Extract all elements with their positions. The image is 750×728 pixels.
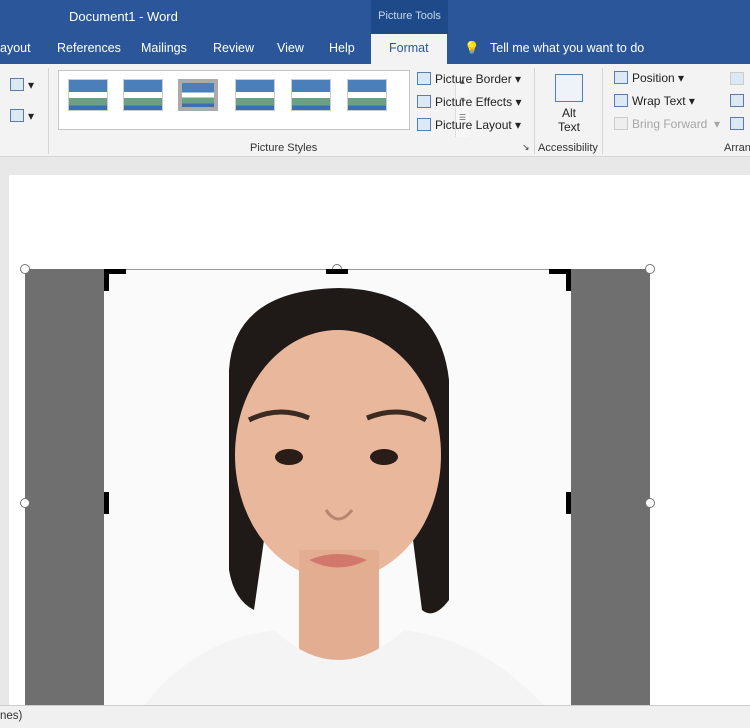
picture-styles-gallery: ▲ ▾ ☰ xyxy=(58,70,469,137)
style-thumb[interactable] xyxy=(235,79,275,111)
alt-text-icon xyxy=(555,74,583,102)
resize-handle[interactable] xyxy=(20,264,30,274)
alt-text-button[interactable]: Alt Text xyxy=(553,74,585,134)
ribbon: ▾ ▾ ▲ ▾ ☰ Picture Border ▾ Picture Effects… xyxy=(0,64,750,157)
tab-references[interactable]: References xyxy=(57,41,121,55)
resize-handle[interactable] xyxy=(645,498,655,508)
style-thumb[interactable] xyxy=(68,79,108,111)
crop-handle[interactable] xyxy=(104,269,109,291)
status-text: nes) xyxy=(0,710,23,722)
arrange-label: Arran xyxy=(724,142,750,154)
crop-handle[interactable] xyxy=(566,269,571,291)
tab-help[interactable]: Help xyxy=(329,41,355,55)
picture-effects-button[interactable]: Picture Effects ▾ xyxy=(417,95,522,109)
tab-layout[interactable]: ayout xyxy=(0,41,31,55)
portrait-image xyxy=(144,288,544,705)
style-thumb[interactable] xyxy=(291,79,331,111)
title-bar: Document1 - Word Picture Tools xyxy=(0,0,750,34)
style-thumb[interactable] xyxy=(347,79,387,111)
resize-handle[interactable] xyxy=(20,498,30,508)
picture-styles-label: Picture Styles xyxy=(250,142,318,154)
crop-area-right xyxy=(571,269,650,705)
tab-view[interactable]: View xyxy=(277,41,304,55)
crop-handle[interactable] xyxy=(566,492,571,514)
resize-handle[interactable] xyxy=(645,264,655,274)
style-thumb[interactable] xyxy=(178,79,218,111)
dialog-launcher-icon[interactable]: ↘ xyxy=(522,142,530,153)
bring-forward-button[interactable]: Bring Forward ▾ xyxy=(614,117,720,131)
effects-icon xyxy=(417,95,431,108)
ribbon-tabs: ayout References Mailings Review View He… xyxy=(0,34,750,64)
align-icon[interactable] xyxy=(730,117,748,131)
wrap-text-button[interactable]: Wrap Text ▾ xyxy=(614,94,695,108)
accessibility-label: Accessibility xyxy=(538,142,598,154)
style-thumb[interactable] xyxy=(123,79,163,111)
tab-review[interactable]: Review xyxy=(213,41,254,55)
crop-handle[interactable] xyxy=(104,492,109,514)
lightbulb-icon: 💡 xyxy=(464,41,480,55)
window-title: Document1 - Word xyxy=(69,9,178,24)
selection-pane-icon[interactable] xyxy=(730,94,748,108)
crop-area-left xyxy=(25,269,104,705)
picture-layout-button[interactable]: Picture Layout ▾ xyxy=(417,118,521,132)
picture-tools-context: Picture Tools xyxy=(371,0,448,34)
picture-border-button[interactable]: Picture Border ▾ xyxy=(417,72,521,86)
reset-picture-icon[interactable]: ▾ xyxy=(10,109,34,123)
position-button[interactable]: Position ▾ xyxy=(614,71,684,85)
status-bar: nes) xyxy=(0,705,750,728)
layout-icon xyxy=(417,118,431,131)
crop-handle[interactable] xyxy=(326,269,348,274)
portrait-photo[interactable] xyxy=(104,269,571,705)
change-picture-icon[interactable]: ▾ xyxy=(10,78,34,92)
send-backward-icon[interactable] xyxy=(730,72,748,86)
tab-format[interactable]: Format xyxy=(371,34,447,64)
tab-mailings[interactable]: Mailings xyxy=(141,41,187,55)
tell-me-search[interactable]: Tell me what you want to do xyxy=(490,41,644,55)
pen-icon xyxy=(417,72,431,85)
